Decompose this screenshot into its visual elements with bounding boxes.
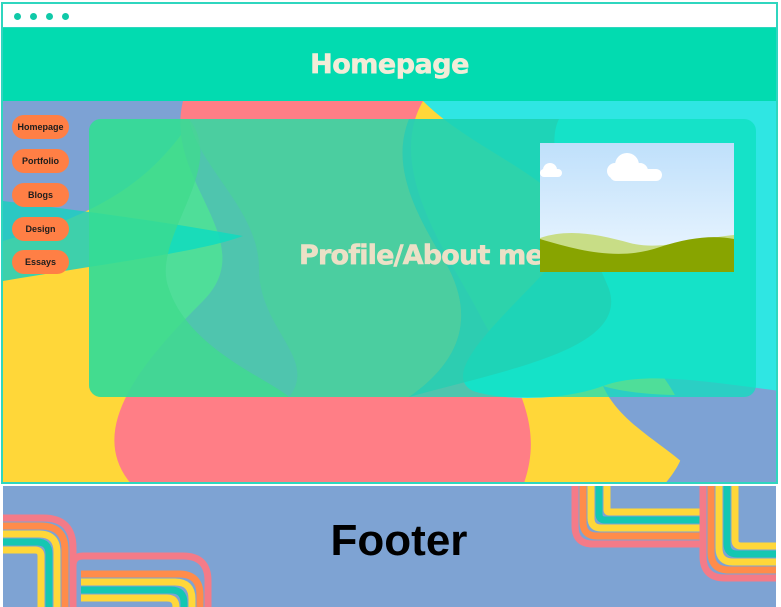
window-dot-icon[interactable] bbox=[14, 13, 21, 20]
browser-window: Homepage Profile/About me Homepage Portf… bbox=[1, 2, 778, 484]
sidebar-item-label: Blogs bbox=[27, 190, 53, 200]
profile-card: Profile/About me bbox=[89, 119, 756, 397]
window-dot-icon[interactable] bbox=[46, 13, 53, 20]
window-titlebar bbox=[3, 4, 776, 28]
image-placeholder-icon[interactable] bbox=[540, 143, 734, 272]
window-dot-icon[interactable] bbox=[62, 13, 69, 20]
sidebar-item-label: Design bbox=[25, 224, 56, 234]
sidebar-item-homepage[interactable]: Homepage bbox=[12, 115, 69, 139]
footer-title: Footer bbox=[330, 516, 468, 565]
sidebar-item-label: Essays bbox=[24, 257, 57, 267]
sidebar-item-essays[interactable]: Essays bbox=[12, 250, 69, 274]
profile-heading: Profile/About me bbox=[299, 240, 544, 272]
site-header: Homepage bbox=[3, 28, 776, 101]
sidebar-item-blogs[interactable]: Blogs bbox=[12, 183, 69, 207]
sidebar-item-label: Portfolio bbox=[22, 156, 59, 166]
window-dot-icon[interactable] bbox=[30, 13, 37, 20]
header-title: Homepage bbox=[310, 49, 470, 81]
sidebar-item-portfolio[interactable]: Portfolio bbox=[12, 149, 69, 173]
sidebar-item-design[interactable]: Design bbox=[12, 217, 69, 241]
sidebar-item-label: Homepage bbox=[17, 122, 64, 132]
site-footer: Footer bbox=[3, 486, 776, 607]
